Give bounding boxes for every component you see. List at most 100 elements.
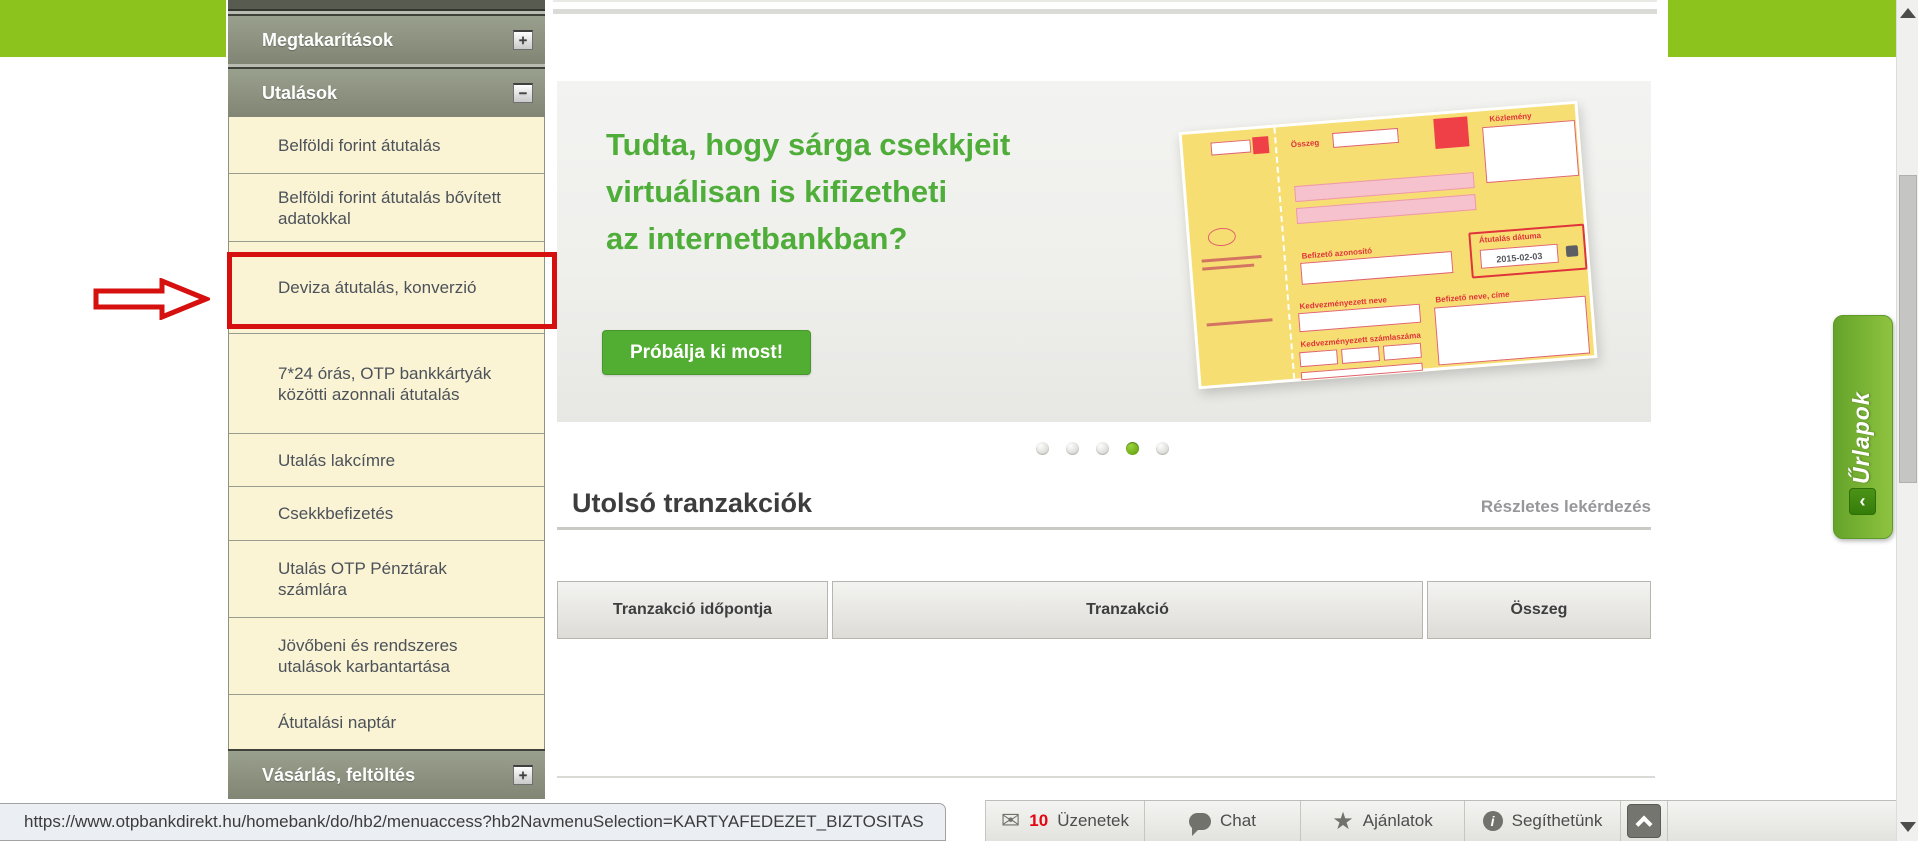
help-button[interactable]: i Segíthetünk xyxy=(1465,801,1621,841)
check-memo-field xyxy=(1482,119,1580,184)
sidebar-item-label: Jövőbeni és rendszeres utalások karbanta… xyxy=(278,636,458,676)
sidebar-menu: Megtakarítások + Utalások − Belföldi for… xyxy=(228,0,545,799)
check-date-label: Átutalás dátuma xyxy=(1478,230,1542,245)
try-now-button[interactable]: Próbálja ki most! xyxy=(602,330,811,375)
check-stub-text-line xyxy=(1202,263,1255,271)
check-stub-text-line xyxy=(1201,254,1262,263)
forms-side-tab[interactable]: Űrlapok ‹ xyxy=(1833,315,1893,539)
check-stub-redblock xyxy=(1252,136,1270,155)
top-green-bar-left xyxy=(0,0,226,57)
sidebar-item-label: 7*24 órás, OTP bankkártyák közötti azonn… xyxy=(278,363,492,404)
sidebar-item-label: Belföldi forint átutalás xyxy=(278,135,441,155)
messages-label: Üzenetek xyxy=(1057,811,1130,830)
sidebar-group-megtakaritasok[interactable]: Megtakarítások + xyxy=(228,14,545,64)
sidebar-item-label: Utalás OTP Pénztárak számlára xyxy=(278,559,447,599)
yellow-check: Összeg Közlemény Befizető azonosító Átut… xyxy=(1178,100,1598,390)
envelope-icon: ✉ xyxy=(1000,807,1021,834)
messages-count-badge: 10 xyxy=(1029,811,1049,830)
check-stamp-ellipse xyxy=(1207,226,1237,248)
content-top-line xyxy=(553,0,1657,2)
sidebar-item-csekkbefizetes[interactable]: Csekkbefizetés xyxy=(229,486,544,540)
check-account-segment xyxy=(1382,342,1422,361)
check-payer-name-field xyxy=(1434,295,1591,366)
chat-button[interactable]: Chat xyxy=(1145,801,1301,841)
banner-headline-line: az internetbankban? xyxy=(606,221,908,256)
detailed-query-link[interactable]: Részletes lekérdezés xyxy=(1481,497,1651,517)
banner-headline-line: virtuálisan is kifizetheti xyxy=(606,174,948,209)
sidebar-group-vasarlas-feltoltes[interactable]: Vásárlás, feltöltés + xyxy=(228,749,545,799)
sidebar-item-utalas-otp-penztarak[interactable]: Utalás OTP Pénztárak számlára xyxy=(229,540,544,617)
check-date-field: 2015-02-03 xyxy=(1479,243,1559,269)
scrollbar-up-arrow-icon[interactable] xyxy=(1900,8,1916,18)
carousel-dot[interactable] xyxy=(1126,442,1139,455)
sidebar-group-utalasok[interactable]: Utalások − xyxy=(228,67,545,117)
help-label: Segíthetünk xyxy=(1511,811,1603,830)
banner-headline-line: Tudta, hogy sárga csekkjeit xyxy=(606,127,1011,162)
sidebar-group-label: Vásárlás, feltöltés xyxy=(262,764,416,785)
column-header-amount: Összeg xyxy=(1427,581,1651,639)
check-red-block xyxy=(1433,116,1470,149)
sidebar-item-label: Belföldi forint átutalás bővített adatok… xyxy=(278,187,502,228)
carousel-dot[interactable] xyxy=(1036,442,1049,455)
status-url-text: https://www.otpbankdirekt.hu/homebank/do… xyxy=(24,812,924,831)
check-date-box: Átutalás dátuma 2015-02-03 xyxy=(1468,223,1588,279)
transactions-title: Utolsó tranzakciók xyxy=(572,488,813,518)
column-header-transaction: Tranzakció xyxy=(832,581,1423,639)
sidebar-item-belfoldi-forint-atutalas-bovitett[interactable]: Belföldi forint átutalás bővített adatok… xyxy=(229,173,544,241)
transactions-table-header: Tranzakció időpontja Tranzakció Összeg xyxy=(557,581,1651,639)
banner-headline: Tudta, hogy sárga csekkjeit virtuálisan … xyxy=(606,121,1010,262)
calendar-icon xyxy=(1565,245,1579,258)
check-stub-text-line xyxy=(1206,318,1273,327)
toolbar-filler xyxy=(1668,801,1896,841)
check-amount-label: Összeg xyxy=(1290,138,1320,150)
sidebar-submenu-utalasok: Belföldi forint átutalás Belföldi forint… xyxy=(228,117,545,749)
forms-tab-label: Űrlapok xyxy=(1848,391,1874,484)
sidebar-item-724-oras-bankkartya-atutalas[interactable]: 7*24 órás, OTP bankkártyák közötti azonn… xyxy=(229,333,544,433)
sidebar-item-belfoldi-forint-atutalas[interactable]: Belföldi forint átutalás xyxy=(229,117,544,173)
sidebar-item-label: Átutalási naptár xyxy=(278,712,397,732)
sidebar-item-jovobeni-rendszeres-utalasok[interactable]: Jövőbeni és rendszeres utalások karbanta… xyxy=(229,617,544,694)
check-stub-field xyxy=(1210,139,1252,156)
bottom-toolbar: ✉ 10 Üzenetek Chat ★ Ajánlatok i Segíthe… xyxy=(985,800,1896,841)
yellow-check-illustration: Összeg Közlemény Befizető azonosító Átut… xyxy=(1168,98,1608,408)
expand-plus-icon[interactable]: + xyxy=(513,30,533,50)
check-date-value: 2015-02-03 xyxy=(1496,250,1543,265)
star-icon: ★ xyxy=(1332,807,1354,835)
top-green-bar-right xyxy=(1668,0,1896,57)
scrollbar-down-arrow-icon[interactable] xyxy=(1900,822,1916,832)
browser-status-url: https://www.otpbankdirekt.hu/homebank/do… xyxy=(0,803,946,841)
sidebar-item-utalas-lakcimre[interactable]: Utalás lakcímre xyxy=(229,433,544,486)
check-account-segment xyxy=(1341,346,1381,364)
sidebar-group-label: Utalások xyxy=(262,82,338,103)
scrollbar-thumb[interactable] xyxy=(1899,175,1917,483)
chevron-up-icon xyxy=(1635,815,1653,833)
offers-button[interactable]: ★ Ajánlatok xyxy=(1301,801,1465,841)
offers-label: Ajánlatok xyxy=(1362,811,1433,830)
annotation-highlight-box xyxy=(227,252,557,329)
check-memo-label: Közlemény xyxy=(1489,111,1532,124)
sidebar-item-label: Utalás lakcímre xyxy=(278,450,396,470)
sidebar-group-label: Megtakarítások xyxy=(262,29,394,50)
sidebar-item-label: Csekkbefizetés xyxy=(278,504,394,523)
annotation-arrow-icon xyxy=(93,278,210,320)
sidebar-item-atutalasi-naptar[interactable]: Átutalási naptár xyxy=(229,694,544,749)
check-account-segment xyxy=(1299,349,1339,368)
expand-plus-icon[interactable]: + xyxy=(513,765,533,785)
column-header-transaction-date: Tranzakció időpontja xyxy=(557,581,828,639)
otp-internetbank-screen: Megtakarítások + Utalások − Belföldi for… xyxy=(0,0,1918,841)
content-top-divider xyxy=(553,9,1657,14)
scroll-to-top-button[interactable] xyxy=(1627,804,1661,838)
carousel-dot[interactable] xyxy=(1156,442,1169,455)
collapse-minus-icon[interactable]: − xyxy=(513,83,533,103)
chat-label: Chat xyxy=(1220,811,1256,830)
vertical-scrollbar[interactable] xyxy=(1896,0,1918,841)
sidebar-partial-header xyxy=(228,0,545,11)
messages-button[interactable]: ✉ 10 Üzenetek xyxy=(986,801,1145,841)
collapse-chevron-icon[interactable]: ‹ xyxy=(1849,488,1876,515)
carousel-dot[interactable] xyxy=(1096,442,1109,455)
banner-carousel-dots xyxy=(1036,442,1169,455)
carousel-dot[interactable] xyxy=(1066,442,1079,455)
chat-bubble-icon xyxy=(1189,812,1212,836)
section-bottom-divider xyxy=(557,776,1655,778)
section-divider xyxy=(557,527,1651,530)
